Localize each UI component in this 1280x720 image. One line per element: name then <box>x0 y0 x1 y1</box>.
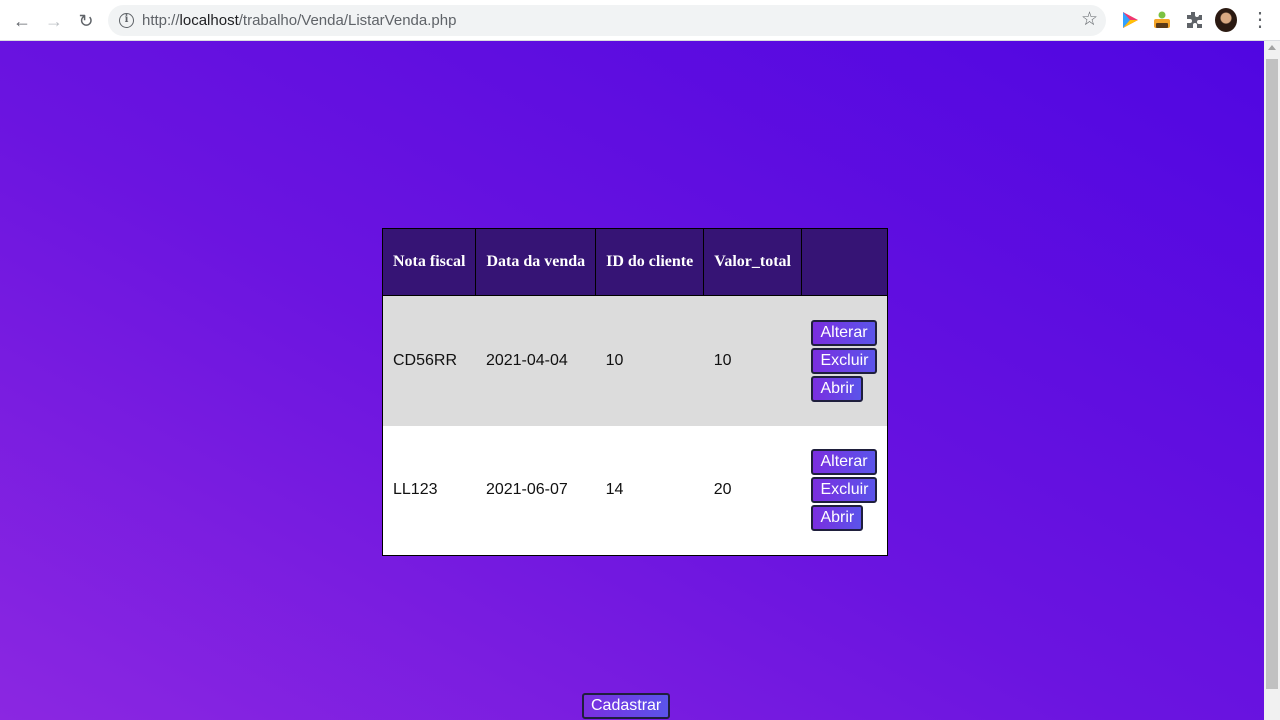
cadastrar-button[interactable]: Cadastrar <box>582 693 671 719</box>
cell-nota-fiscal: CD56RR <box>382 295 476 426</box>
excluir-button[interactable]: Excluir <box>811 477 878 504</box>
cell-valor-total: 20 <box>703 425 802 556</box>
browser-toolbar: ← → ↻ i http://localhost/trabalho/Venda/… <box>0 0 1280 41</box>
alterar-button[interactable]: Alterar <box>811 449 877 476</box>
cell-id-cliente: 14 <box>595 425 704 556</box>
header-valor-total: Valor_total <box>703 228 802 296</box>
cell-data-venda: 2021-04-04 <box>475 295 596 426</box>
cell-actions: Alterar Excluir Abrir <box>801 295 888 426</box>
back-icon[interactable]: ← <box>9 8 35 34</box>
url-text[interactable]: http://localhost/trabalho/Venda/ListarVe… <box>142 12 456 29</box>
cell-valor-total: 10 <box>703 295 802 426</box>
extension-icon[interactable] <box>1151 9 1173 31</box>
cell-actions: Alterar Excluir Abrir <box>801 425 888 556</box>
extensions-icon[interactable] <box>1183 9 1205 31</box>
reload-icon[interactable]: ↻ <box>73 8 99 34</box>
excluir-button[interactable]: Excluir <box>811 347 878 374</box>
table-row: LL123 2021-06-07 14 20 Alterar Excluir A… <box>382 425 888 556</box>
vendas-table: Nota fiscal Data da venda ID do cliente … <box>381 228 889 556</box>
cell-id-cliente: 10 <box>595 295 704 426</box>
abrir-button[interactable]: Abrir <box>811 505 864 532</box>
scroll-thumb[interactable] <box>1266 59 1278 689</box>
play-extension-icon[interactable] <box>1119 9 1141 31</box>
alterar-button[interactable]: Alterar <box>811 319 877 346</box>
info-icon[interactable]: i <box>119 13 134 28</box>
vertical-scrollbar[interactable] <box>1264 41 1280 720</box>
cell-nota-fiscal: LL123 <box>382 425 476 556</box>
header-actions <box>800 228 889 296</box>
avatar[interactable] <box>1215 8 1237 32</box>
abrir-button[interactable]: Abrir <box>811 375 864 402</box>
header-data-venda: Data da venda <box>475 228 597 296</box>
header-nota-fiscal: Nota fiscal <box>381 228 477 296</box>
forward-icon[interactable]: → <box>41 8 67 34</box>
header-id-cliente: ID do cliente <box>595 228 705 296</box>
address-bar[interactable]: i http://localhost/trabalho/Venda/Listar… <box>108 5 1106 36</box>
cell-data-venda: 2021-06-07 <box>475 425 596 556</box>
table-row: CD56RR 2021-04-04 10 10 Alterar Excluir … <box>382 295 888 426</box>
menu-icon[interactable]: ⋮ <box>1250 8 1270 34</box>
table-header-row: Nota fiscal Data da venda ID do cliente … <box>381 228 889 296</box>
scroll-up-arrow-icon[interactable] <box>1268 45 1276 50</box>
page-viewport: Nota fiscal Data da venda ID do cliente … <box>0 41 1264 720</box>
star-icon[interactable]: ☆ <box>1081 8 1098 31</box>
